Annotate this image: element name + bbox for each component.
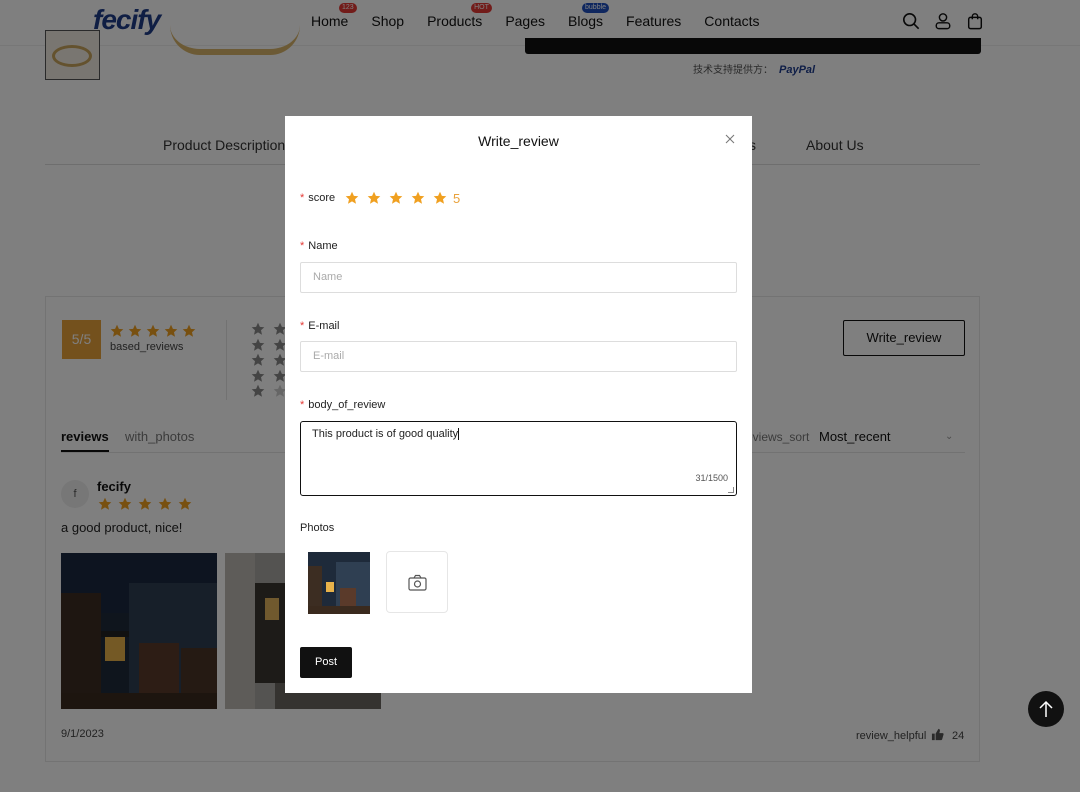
name-label: * Name [300,240,338,252]
post-button[interactable]: Post [300,647,352,678]
email-label-text: E-mail [308,320,340,332]
star-icon[interactable] [345,191,359,205]
product-page: fecify Home 123 Shop Products HOT Pages … [0,0,1080,792]
score-value: 5 [453,191,461,206]
char-counter: 31/1500 [695,473,728,483]
scroll-to-top-button[interactable] [1028,691,1064,727]
review-body-textarea[interactable]: This product is of good quality 31/1500 [300,421,737,496]
text-cursor [458,428,460,441]
uploaded-photo[interactable] [308,552,370,614]
camera-icon [408,574,427,591]
body-label: * body_of_review [300,399,386,411]
email-label: * E-mail [300,320,340,332]
score-label: * score [300,192,336,204]
resize-handle[interactable] [728,487,734,493]
star-icon[interactable] [367,191,381,205]
close-icon[interactable] [725,134,735,144]
add-photo-button[interactable] [386,551,448,613]
email-field[interactable]: E-mail [300,341,737,372]
score-star-picker[interactable] [345,191,447,205]
star-icon[interactable] [433,191,447,205]
modal-title: Write_review [478,133,559,149]
review-body-text: This product is of good quality [312,428,459,440]
score-label-text: score [308,192,336,204]
write-review-modal: Write_review * score 5 * Name Name * E-mail… [285,116,752,693]
star-icon[interactable] [411,191,425,205]
name-field[interactable]: Name [300,262,737,293]
photos-label: Photos [300,522,335,534]
body-label-text: body_of_review [308,399,386,411]
star-icon[interactable] [389,191,403,205]
name-label-text: Name [308,240,338,252]
arrow-up-icon [1039,700,1053,717]
